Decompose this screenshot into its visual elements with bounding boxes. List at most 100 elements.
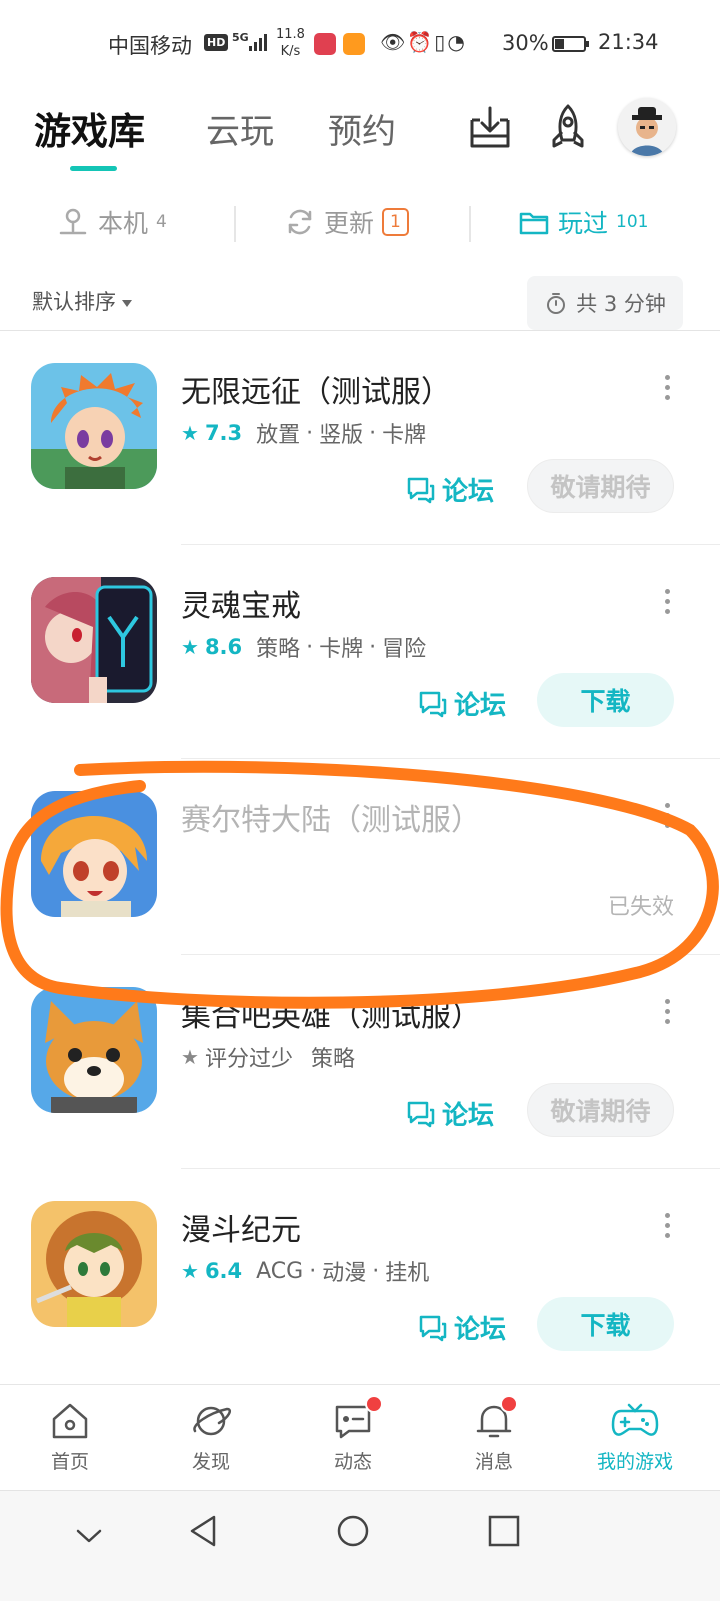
download-manager-icon[interactable]	[466, 102, 514, 152]
video-app-icon	[343, 33, 365, 55]
forum-label: 论坛	[442, 477, 495, 507]
network-type: 5G	[232, 31, 249, 44]
game-title: 无限远征（测试服）	[181, 375, 451, 410]
game-tag: 策略	[256, 637, 301, 662]
game-row[interactable]: 漫斗纪元 ★ 6.4 ACG · 动漫 · 挂机 论坛 下载	[0, 1169, 720, 1383]
filter-update-label: 更新	[324, 209, 375, 238]
eye-icon: 👁	[380, 30, 408, 54]
game-tag: 挂机	[385, 1261, 430, 1286]
speed-unit: K/s	[280, 44, 301, 59]
forum-button[interactable]: 论坛	[418, 1309, 506, 1346]
more-options-icon[interactable]	[663, 589, 671, 617]
filter-local-label: 本机	[98, 209, 149, 238]
game-tag: 策略	[310, 1047, 355, 1072]
more-options-icon[interactable]	[663, 375, 671, 403]
game-icon	[31, 577, 157, 703]
speedometer-icon: ◔	[447, 30, 467, 54]
game-tag: 卡牌	[319, 637, 364, 662]
signal-icon	[249, 34, 267, 51]
nav-label: 消息	[474, 1451, 513, 1473]
folder-icon	[519, 212, 549, 235]
avatar[interactable]	[618, 98, 676, 156]
speed-value: 11.8	[276, 27, 305, 42]
coming-soon-button[interactable]: 敬请期待	[527, 459, 674, 513]
game-title: 赛尔特大陆（测试服）	[181, 803, 481, 838]
more-options-icon[interactable]	[663, 803, 671, 831]
avatar-image	[618, 98, 676, 156]
game-tag: 冒险	[382, 637, 427, 662]
forum-label: 论坛	[442, 1101, 495, 1131]
filter-played[interactable]: 玩过 101	[518, 204, 648, 240]
forum-label: 论坛	[454, 1315, 507, 1345]
game-icon	[31, 791, 157, 917]
forum-icon	[419, 1315, 447, 1341]
game-row[interactable]: 赛尔特大陆（测试服） 已失效	[0, 759, 720, 955]
nav-discover[interactable]: 发现	[151, 1399, 271, 1474]
home-icon	[52, 1403, 88, 1439]
game-score-text: 评分过少	[204, 1047, 293, 1072]
tab-game-library[interactable]: 游戏库	[34, 101, 145, 155]
download-button[interactable]: 下载	[537, 1297, 674, 1351]
nav-label: 我的游戏	[596, 1451, 673, 1473]
recents-icon[interactable]	[484, 1511, 524, 1551]
tab-reservation[interactable]: 预约	[328, 104, 396, 153]
alarm-icon: ⏰	[407, 30, 435, 54]
game-score: 7.3	[204, 421, 243, 445]
battery-percent: 30%	[502, 31, 549, 55]
download-button[interactable]: 下载	[537, 673, 674, 727]
star-icon: ★	[181, 1259, 199, 1283]
vibrate-icon: ▯	[434, 30, 448, 54]
game-row[interactable]: 无限远征（测试服） ★ 7.3 放置 · 竖版 · 卡牌 论坛 敬请期待	[0, 331, 720, 545]
carrier-name: 中国移动	[108, 34, 192, 58]
coming-soon-button[interactable]: 敬请期待	[527, 1083, 674, 1137]
game-title: 集合吧英雄（测试服）	[181, 999, 481, 1034]
filter-played-label: 玩过	[558, 209, 609, 238]
forum-icon	[419, 691, 447, 717]
notification-dot	[365, 1395, 383, 1413]
star-icon: ★	[181, 635, 199, 659]
forum-button[interactable]: 论坛	[406, 471, 494, 508]
game-meta: ★ 8.6 策略 · 卡牌 · 冒险	[181, 631, 426, 663]
tab-cloud-play[interactable]: 云玩	[206, 104, 274, 153]
active-tab-indicator	[70, 166, 117, 171]
nav-my-games[interactable]: 我的游戏	[575, 1399, 695, 1474]
caret-down-icon	[122, 299, 132, 307]
game-icon	[31, 987, 157, 1113]
forum-icon	[407, 477, 435, 503]
rocket-icon[interactable]	[544, 102, 592, 152]
more-options-icon[interactable]	[663, 1213, 671, 1241]
nav-messages[interactable]: 消息	[434, 1395, 554, 1474]
more-options-icon[interactable]	[663, 999, 671, 1027]
nav-label: 发现	[191, 1451, 230, 1473]
home-button-icon[interactable]	[333, 1511, 373, 1551]
game-row[interactable]: 灵魂宝戒 ★ 8.6 策略 · 卡牌 · 冒险 论坛 下载	[0, 545, 720, 759]
game-meta: ★ 评分过少 策略	[181, 1041, 355, 1073]
forum-button[interactable]: 论坛	[406, 1095, 494, 1132]
total-playtime-text: 共 3 分钟	[576, 292, 666, 316]
collapse-icon[interactable]	[72, 1519, 106, 1553]
total-playtime: 共 3 分钟	[527, 276, 683, 330]
game-meta: ★ 6.4 ACG · 动漫 · 挂机	[181, 1255, 429, 1287]
filter-update[interactable]: 更新 1	[284, 204, 409, 240]
game-row[interactable]: 集合吧英雄（测试服） ★ 评分过少 策略 论坛 敬请期待	[0, 955, 720, 1169]
nav-feed[interactable]: 动态	[293, 1395, 413, 1474]
forum-label: 论坛	[454, 691, 507, 721]
system-nav-bar	[0, 1490, 720, 1601]
nav-label: 首页	[50, 1451, 89, 1473]
nav-home[interactable]: 首页	[10, 1399, 130, 1474]
hd-badge: HD	[204, 34, 229, 51]
filter-local[interactable]: 本机 4	[56, 204, 167, 240]
game-meta: ★ 7.3 放置 · 竖版 · 卡牌	[181, 417, 426, 449]
star-icon: ★	[181, 1045, 199, 1069]
game-tag: 卡牌	[382, 423, 427, 448]
sort-dropdown[interactable]: 默认排序	[32, 286, 132, 316]
back-icon[interactable]	[184, 1511, 224, 1551]
filter-played-count: 101	[616, 212, 649, 232]
game-score: 8.6	[204, 635, 243, 659]
game-tag: 放置	[256, 423, 301, 448]
filter-divider	[469, 206, 471, 242]
planet-icon	[193, 1406, 231, 1436]
forum-button[interactable]: 论坛	[418, 685, 506, 722]
star-icon: ★	[181, 421, 199, 445]
battery-icon	[552, 36, 589, 52]
